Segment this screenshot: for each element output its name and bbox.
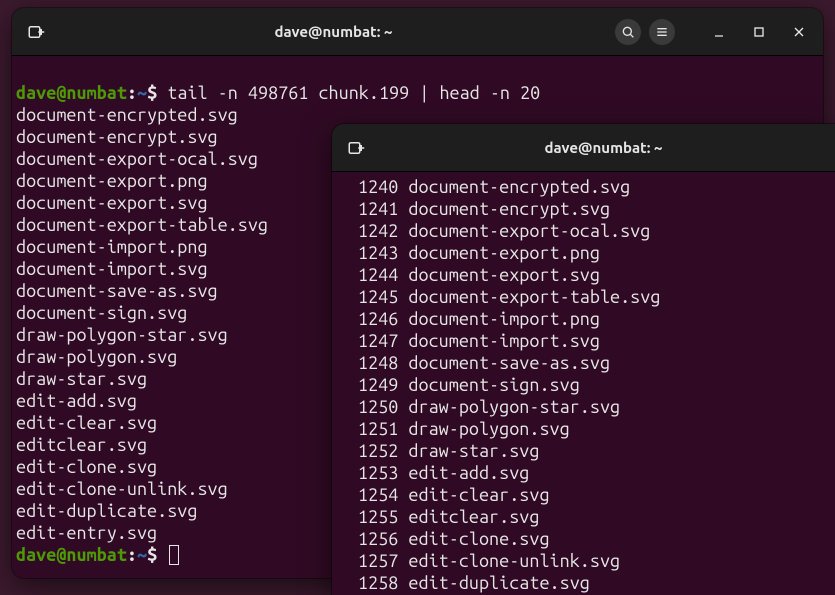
line-number: 1250: [358, 397, 398, 417]
file-name: edit-clone.svg: [408, 529, 549, 549]
window-title: dave@numbat: ~: [60, 23, 607, 40]
file-name: document-sign.svg: [408, 375, 579, 395]
line-number: 1253: [358, 463, 398, 483]
command-text: tail -n 498761 chunk.199 | head -n 20: [167, 83, 540, 103]
window-title: dave@numbat: ~: [380, 139, 827, 156]
file-name: draw-polygon-star.svg: [408, 397, 620, 417]
prompt-host: numbat: [66, 83, 126, 103]
file-name: draw-polygon.svg: [408, 419, 569, 439]
line-number: 1240: [358, 177, 398, 197]
file-name: editclear.svg: [408, 507, 539, 527]
line-number: 1247: [358, 331, 398, 351]
terminal-output[interactable]: 1240 document-encrypted.svg 1241 documen…: [332, 172, 835, 595]
file-name: document-export.png: [408, 243, 600, 263]
search-button[interactable]: [615, 19, 641, 45]
line-number: 1245: [358, 287, 398, 307]
file-name: document-export-ocal.svg: [408, 221, 650, 241]
file-name: document-save-as.svg: [408, 353, 610, 373]
close-button[interactable]: [783, 16, 815, 48]
line-number: 1254: [358, 485, 398, 505]
prompt-path: ~: [137, 83, 147, 103]
new-tab-button[interactable]: [340, 132, 372, 164]
titlebar: dave@numbat: ~: [12, 8, 823, 56]
file-name: document-export-table.svg: [408, 287, 660, 307]
line-number: 1243: [358, 243, 398, 263]
line-number: 1244: [358, 265, 398, 285]
prompt-symbol: $: [147, 83, 157, 103]
new-tab-button[interactable]: [20, 16, 52, 48]
maximize-button[interactable]: [743, 16, 775, 48]
line-number: 1258: [358, 573, 398, 593]
line-number: 1256: [358, 529, 398, 549]
file-name: edit-clear.svg: [408, 485, 549, 505]
line-number: 1242: [358, 221, 398, 241]
file-name: edit-clone-unlink.svg: [408, 551, 620, 571]
line-number: 1241: [358, 199, 398, 219]
prompt-line: dave@numbat:~$: [16, 545, 167, 565]
line-number: 1252: [358, 441, 398, 461]
file-name: document-import.svg: [408, 331, 600, 351]
file-name: document-export.svg: [408, 265, 600, 285]
file-name: draw-star.svg: [408, 441, 539, 461]
line-number: 1255: [358, 507, 398, 527]
file-name: document-encrypted.svg: [408, 177, 630, 197]
file-name: edit-duplicate.svg: [408, 573, 589, 593]
file-name: document-encrypt.svg: [408, 199, 610, 219]
menu-button[interactable]: [649, 19, 675, 45]
line-number: 1251: [358, 419, 398, 439]
prompt-user: dave: [16, 83, 56, 103]
line-number: 1246: [358, 309, 398, 329]
file-name: document-import.png: [408, 309, 600, 329]
titlebar: dave@numbat: ~: [332, 124, 835, 172]
line-number: 1257: [358, 551, 398, 571]
line-number: 1248: [358, 353, 398, 373]
terminal-window-front: dave@numbat: ~ 1240 document-encrypted.s…: [332, 124, 835, 595]
line-number: 1249: [358, 375, 398, 395]
prompt-line: dave@numbat:~$ tail -n 498761 chunk.199 …: [16, 83, 540, 103]
cursor: [169, 545, 179, 565]
file-name: edit-add.svg: [408, 463, 529, 483]
minimize-button[interactable]: [703, 16, 735, 48]
